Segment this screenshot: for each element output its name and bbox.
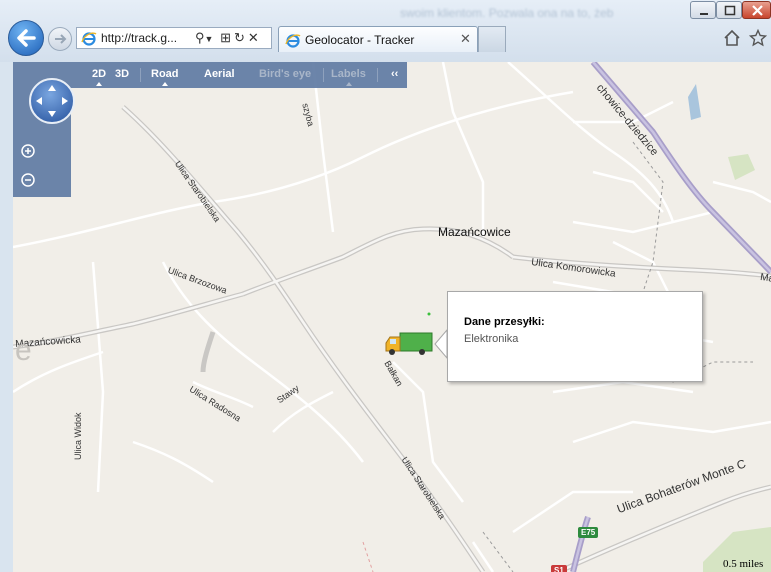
favorites-star-icon[interactable] xyxy=(749,29,767,47)
browser-chrome: swoim klientom. Pozwala ona na to, żeb h… xyxy=(0,0,771,62)
infobox-title: Dane przesyłki: xyxy=(464,316,545,328)
zoom-in-icon[interactable] xyxy=(19,142,37,160)
collapse-nav-button[interactable]: ‹‹ xyxy=(391,68,398,80)
shipment-infobox: Dane przesyłki: Elektronika xyxy=(447,291,703,382)
nav-separator xyxy=(377,68,378,82)
view-2d-caret-icon xyxy=(96,82,102,86)
aerial-view-button[interactable]: Aerial xyxy=(204,68,235,80)
view-3d-button[interactable]: 3D xyxy=(115,68,129,80)
labels-button[interactable]: Labels xyxy=(331,68,366,80)
tab-ie-icon xyxy=(285,34,301,48)
map-scale-label: 0.5 miles xyxy=(723,558,764,570)
road-view-button[interactable]: Road xyxy=(151,68,179,80)
home-icon[interactable] xyxy=(723,29,741,47)
zoom-out-icon[interactable] xyxy=(19,171,37,189)
pan-arrows-icon xyxy=(36,85,68,117)
labels-caret-icon xyxy=(346,82,352,86)
new-tab-button[interactable] xyxy=(478,26,506,52)
infobox-value: Elektronika xyxy=(464,333,519,345)
road-shield-e75: E75 xyxy=(578,527,599,538)
background-window-text: swoim klientom. Pozwala ona na to, żeb xyxy=(400,6,614,20)
map-zoom-panel xyxy=(13,78,75,197)
close-window-button[interactable] xyxy=(742,1,771,19)
search-icon[interactable]: ⚲ xyxy=(195,30,205,45)
refresh-icon[interactable]: ↻ xyxy=(234,30,245,45)
street-label-widok: Ulica Widok xyxy=(73,412,83,460)
tab-title: Geolocator - Tracker xyxy=(305,33,415,47)
tab-close-icon[interactable]: ✕ xyxy=(460,31,471,47)
road-caret-icon xyxy=(162,82,168,86)
maximize-icon xyxy=(724,5,736,16)
map-page: Mazańcowice Mazańcowicka Ulica Starobiel… xyxy=(13,62,771,572)
big-letter-label: e xyxy=(15,334,32,367)
address-bar[interactable]: http://track.g... ⚲▼ ⊞ ↻ ✕ xyxy=(76,27,272,49)
compatibility-icon[interactable]: ⊞ xyxy=(220,30,231,45)
truck-marker-icon[interactable] xyxy=(384,331,434,357)
minimize-icon xyxy=(700,13,708,15)
stop-icon[interactable]: ✕ xyxy=(248,30,259,45)
maximize-button[interactable] xyxy=(716,1,742,19)
minimize-button[interactable] xyxy=(690,1,716,19)
close-icon xyxy=(752,5,763,16)
back-button[interactable] xyxy=(8,20,44,56)
forward-button[interactable] xyxy=(48,27,72,51)
dropdown-icon[interactable]: ▼ xyxy=(205,34,214,44)
nav-separator xyxy=(323,68,324,82)
address-url: http://track.g... xyxy=(101,31,178,45)
back-arrow-icon xyxy=(17,29,36,47)
road-shield-s1: S1 xyxy=(551,565,567,572)
pan-compass-control[interactable] xyxy=(29,78,75,124)
place-label-mazancowice: Mazańcowice xyxy=(438,225,511,239)
road-label-ma: Ma xyxy=(759,272,771,285)
ie-logo-icon xyxy=(81,32,97,46)
birds-eye-button[interactable]: Bird's eye xyxy=(259,68,311,80)
browser-tab[interactable]: Geolocator - Tracker ✕ xyxy=(278,26,478,52)
nav-separator xyxy=(140,68,141,82)
forward-arrow-icon xyxy=(55,34,67,44)
view-2d-button[interactable]: 2D xyxy=(92,68,106,80)
address-tools: ⚲▼ ⊞ ↻ ✕ xyxy=(195,30,259,46)
